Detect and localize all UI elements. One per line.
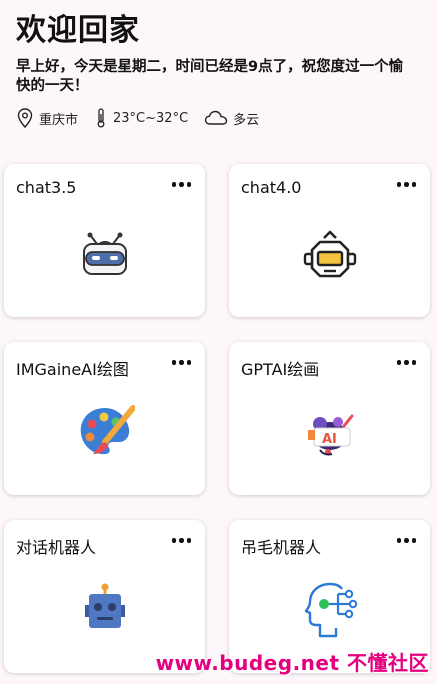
card-chat35[interactable]: chat3.5	[4, 164, 205, 317]
page-title: 欢迎回家	[16, 13, 140, 48]
card-title: IMGaineAI绘图	[16, 360, 129, 379]
greeting-text: 早上好，今天是星期二，时间已经是9点了，祝您度过一个愉快的一天！	[16, 59, 404, 94]
palette-icon	[80, 405, 135, 455]
location-pin-icon	[17, 108, 33, 128]
ai-brain-icon	[304, 582, 357, 638]
ai-painting-icon: AI	[307, 414, 353, 456]
temperature-info: 23°C~32°C	[94, 108, 188, 128]
card-title: chat3.5	[16, 178, 77, 197]
more-options-icon[interactable]	[171, 538, 191, 543]
robot-head-icon	[303, 230, 356, 278]
card-gptai-painting[interactable]: GPTAI绘画 AI	[229, 342, 430, 495]
more-options-icon[interactable]	[171, 182, 191, 187]
weather-info: 多云	[204, 109, 259, 128]
location-info: 重庆市	[16, 108, 78, 128]
more-options-icon[interactable]	[171, 360, 191, 365]
info-bar: 重庆市 23°C~32°C 多云	[16, 106, 426, 130]
more-options-icon[interactable]	[396, 360, 416, 365]
weather-text: 多云	[233, 112, 260, 128]
cloud-icon	[204, 110, 228, 125]
card-title: 吊毛机器人	[241, 538, 322, 557]
thermometer-icon	[97, 108, 105, 128]
card-title: 对话机器人	[16, 538, 97, 557]
card-imgaine-ai[interactable]: IMGaineAI绘图	[4, 342, 205, 495]
watermark: www.budeg.net 不懂社区	[155, 651, 429, 675]
header: 欢迎回家 早上好，今天是星期二，时间已经是9点了，祝您度过一个愉快的一天！ 重庆…	[16, 12, 426, 130]
card-title: chat4.0	[241, 178, 302, 197]
svg-text:AI: AI	[322, 432, 337, 447]
chat-robot-icon	[84, 583, 125, 628]
temperature-text: 23°C~32°C	[113, 110, 189, 126]
robot-icon	[82, 232, 127, 275]
location-text: 重庆市	[39, 112, 79, 128]
more-options-icon[interactable]	[396, 182, 416, 187]
card-chat40[interactable]: chat4.0	[229, 164, 430, 317]
card-title: GPTAI绘画	[241, 360, 320, 379]
more-options-icon[interactable]	[396, 538, 416, 543]
